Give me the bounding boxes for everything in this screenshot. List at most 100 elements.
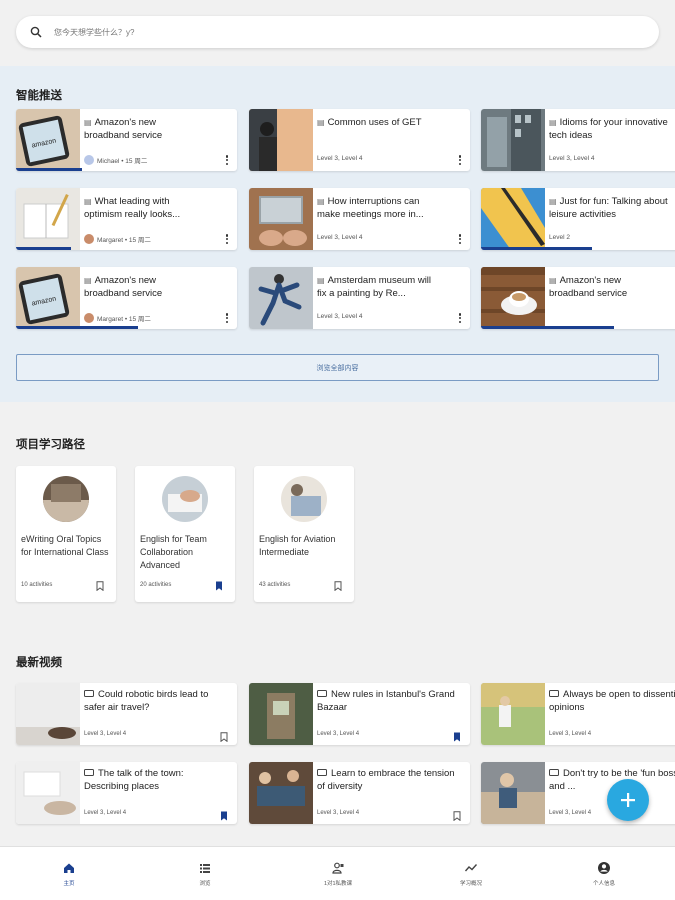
more-options-icon[interactable] [456, 153, 464, 167]
path-activity-count: 43 activities [259, 582, 291, 588]
nav-item[interactable]: 浏览 [165, 861, 245, 887]
video-title: Learn to embrace the tension of diversit… [317, 768, 455, 792]
tv-icon [549, 768, 559, 776]
document-icon: ▤ [84, 118, 92, 127]
video-card[interactable]: Always be open to dissenting opinions Le… [481, 683, 675, 745]
recommend-card[interactable]: ▤ Amazon's new broadband service [481, 267, 675, 329]
nav-label: 学习概况 [459, 881, 482, 887]
video-level: Level 3, Level 4 [84, 731, 127, 737]
bookmark-icon[interactable] [96, 578, 104, 592]
bookmark-icon[interactable] [215, 578, 223, 591]
recommend-card-title: ▤ Amsterdam museum will fix a painting by… [317, 275, 432, 299]
nav-label: 浏览 [199, 881, 211, 887]
search-icon [30, 24, 46, 40]
recommend-card-title: ▤ Just for fun: Talking about leisure act… [549, 196, 668, 220]
nav-label: 主页 [63, 881, 75, 887]
bookmark-icon[interactable] [453, 729, 461, 742]
recommend-card-title: ▤ Idioms for your innovative tech ideas [549, 117, 668, 141]
path-activity-count: 10 activities [21, 582, 53, 588]
bookmark-icon[interactable] [220, 729, 228, 743]
bookmark-icon[interactable] [220, 808, 228, 821]
recommend-card-title: ▤ How interruptions can make meetings mor… [317, 196, 424, 220]
bookmark-icon[interactable] [453, 808, 461, 822]
more-options-icon[interactable] [223, 311, 231, 325]
learning-path-card[interactable]: English for Aviation Intermediate 43 act… [254, 466, 354, 602]
tv-icon [317, 689, 327, 697]
add-fab-button[interactable] [607, 779, 649, 821]
video-level: Level 3, Level 4 [317, 810, 360, 816]
video-level: Level 3, Level 4 [549, 731, 592, 737]
path-image [281, 476, 327, 522]
video-title: Always be open to dissenting opinions [549, 689, 675, 713]
videos-title: 最新视频 [16, 657, 62, 669]
more-options-icon[interactable] [456, 232, 464, 246]
progress-bar [16, 168, 83, 171]
bookmark-icon[interactable] [334, 578, 342, 592]
nav-item[interactable]: 主页 [29, 861, 109, 887]
recommend-thumbnail: amazon [16, 267, 80, 329]
document-icon: ▤ [317, 197, 325, 206]
recommend-card-meta: Margaret • 15 周二 [84, 234, 151, 244]
recommend-card-title: ▤ Amazon's new broadband service [549, 275, 628, 299]
video-level: Level 3, Level 4 [317, 731, 360, 737]
recommend-card-meta: Level 3, Level 4 [317, 155, 363, 162]
recommend-title: 智能推送 [16, 90, 62, 102]
profile-icon [597, 861, 611, 875]
recommend-card[interactable]: ▤ What leading with optimism really looks… [16, 188, 237, 250]
nav-item[interactable]: 学习概况 [431, 861, 511, 887]
video-title: New rules in Istanbul's Grand Bazaar [317, 689, 455, 713]
video-card[interactable]: New rules in Istanbul's Grand Bazaar Lev… [249, 683, 470, 745]
video-card[interactable]: Could robotic birds lead to safer air tr… [16, 683, 237, 745]
plus-icon [621, 793, 635, 807]
recommend-card-meta: Michael • 15 周二 [84, 155, 147, 165]
search-input[interactable] [54, 27, 454, 37]
recommend-card-title: ▤ Amazon's new broadband service [84, 117, 163, 141]
avatar [84, 313, 94, 323]
recommend-card[interactable]: ▤ How interruptions can make meetings mor… [249, 188, 470, 250]
video-thumbnail [16, 762, 80, 824]
progress-bar [16, 247, 72, 250]
recommend-thumbnail [16, 188, 80, 250]
recommend-thumbnail [249, 267, 313, 329]
list-icon [198, 861, 212, 875]
recommend-card[interactable]: amazon ▤ Amazon's new broadband service M… [16, 109, 237, 171]
nav-label: 个人信息 [592, 881, 615, 887]
recommend-card-meta: Level 2 [549, 234, 570, 241]
video-level: Level 3, Level 4 [84, 810, 127, 816]
progress-bar [481, 326, 614, 329]
paths-title: 项目学习路径 [16, 439, 85, 451]
document-icon: ▤ [84, 197, 92, 206]
recommend-card[interactable]: ▤ Common uses of GET Level 3, Level 4 [249, 109, 470, 171]
search-bar[interactable] [16, 16, 659, 48]
more-options-icon[interactable] [223, 232, 231, 246]
path-title: English for Aviation Intermediate [259, 534, 336, 557]
tv-icon [84, 689, 94, 697]
avatar [84, 155, 94, 165]
nav-label: 1对1私教课 [323, 881, 353, 887]
video-thumbnail [481, 762, 545, 824]
recommend-card[interactable]: ▤ Idioms for your innovative tech ideas L… [481, 109, 675, 171]
tv-icon [84, 768, 94, 776]
recommend-card-title: ▤ Common uses of GET [317, 117, 422, 128]
document-icon: ▤ [549, 118, 557, 127]
learning-path-card[interactable]: eWriting Oral Topics for International C… [16, 466, 116, 602]
document-icon: ▤ [549, 276, 557, 285]
video-card[interactable]: Learn to embrace the tension of diversit… [249, 762, 470, 824]
more-options-icon[interactable] [223, 153, 231, 167]
tutor-icon [331, 861, 345, 875]
video-card[interactable]: The talk of the town: Describing places … [16, 762, 237, 824]
recommend-card-meta: Level 3, Level 4 [549, 155, 595, 162]
recommend-card[interactable]: ▤ Amsterdam museum will fix a painting by… [249, 267, 470, 329]
recommend-card[interactable]: amazon ▤ Amazon's new broadband service M… [16, 267, 237, 329]
video-thumbnail [249, 683, 313, 745]
nav-item[interactable]: 1对1私教课 [298, 861, 378, 887]
nav-item[interactable]: 个人信息 [564, 861, 644, 887]
document-icon: ▤ [84, 276, 92, 285]
path-title: English for Team Collaboration Advanced [140, 534, 207, 570]
recommend-card[interactable]: ▤ Just for fun: Talking about leisure act… [481, 188, 675, 250]
video-title: The talk of the town: Describing places [84, 768, 184, 792]
more-options-icon[interactable] [456, 311, 464, 325]
learning-path-card[interactable]: English for Team Collaboration Advanced … [135, 466, 235, 602]
recommend-thumbnail [481, 109, 545, 171]
view-all-button[interactable]: 浏览全部内容 [16, 354, 659, 381]
